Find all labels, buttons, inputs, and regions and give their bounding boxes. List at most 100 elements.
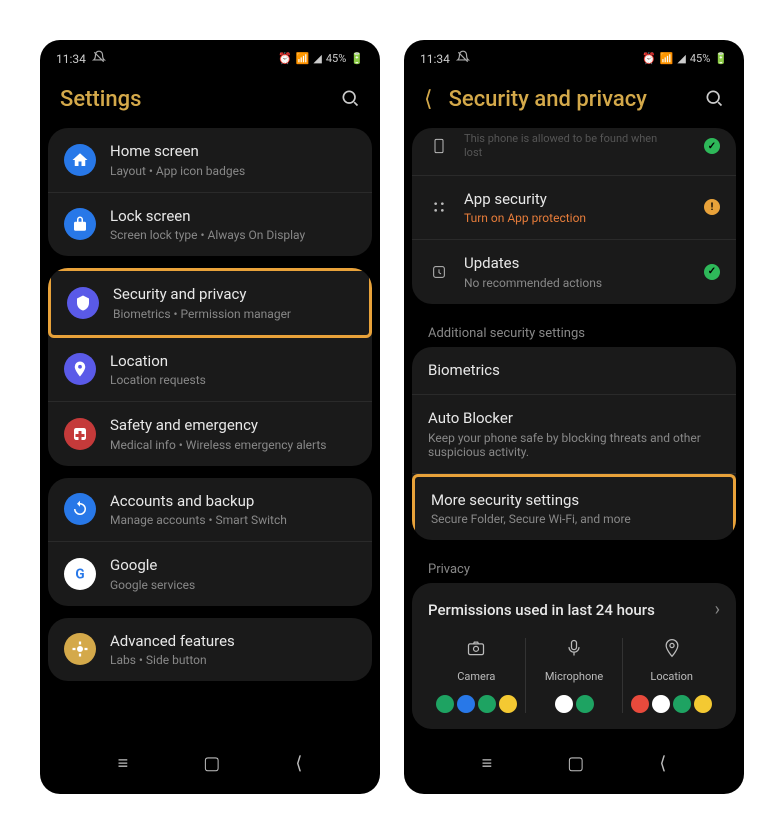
- svg-text:G: G: [75, 566, 84, 582]
- settings-item-security-and-privacy[interactable]: Security and privacy Biometrics • Permis…: [48, 268, 372, 338]
- security-screen: 11:34 ⏰ 📶 ◢ 45% 🔋 ⟨ Security and privacy…: [404, 40, 744, 794]
- search-icon[interactable]: [340, 88, 360, 112]
- status-time: 11:34: [56, 52, 86, 66]
- item-title: Biometrics: [428, 361, 720, 381]
- section-header: Privacy: [412, 552, 736, 583]
- item-sub: Biometrics • Permission manager: [113, 307, 353, 321]
- status-green-icon: ✓: [704, 264, 720, 280]
- nav-bar: ≡ ▢ ⟨: [404, 737, 744, 794]
- status-item[interactable]: App security Turn on App protection !: [412, 176, 736, 241]
- item-title: Advanced features: [110, 632, 356, 652]
- camera-icon: [466, 638, 486, 662]
- perm-label: Location: [650, 670, 693, 683]
- item-sub: Manage accounts • Smart Switch: [110, 513, 356, 527]
- status-bar: 11:34 ⏰ 📶 ◢ 45% 🔋: [404, 40, 744, 73]
- alarm-icon: ⏰: [642, 52, 656, 65]
- status-time: 11:34: [420, 52, 450, 66]
- status-orange-icon: !: [704, 199, 720, 215]
- perm-apps: [436, 695, 517, 713]
- nav-home[interactable]: ▢: [203, 753, 220, 774]
- sync-icon: [64, 493, 96, 525]
- item-sub: Screen lock type • Always On Display: [110, 228, 356, 242]
- item-sub: Keep your phone safe by blocking threats…: [428, 431, 720, 459]
- app-icon: [457, 695, 475, 713]
- dnd-icon: [92, 50, 106, 67]
- shield-icon: [67, 287, 99, 319]
- settings-item-advanced-features[interactable]: Advanced features Labs • Side button: [48, 618, 372, 682]
- nav-bar: ≡ ▢ ⟨: [40, 737, 380, 794]
- settings-group: Security and privacy Biometrics • Permis…: [48, 268, 372, 466]
- settings-group: Accounts and backup Manage accounts • Sm…: [48, 478, 372, 606]
- item-sub: Secure Folder, Secure Wi-Fi, and more: [431, 512, 717, 526]
- app-icon: [499, 695, 517, 713]
- app-icon: [436, 695, 454, 713]
- status-item[interactable]: This phone is allowed to be found when l…: [412, 128, 736, 176]
- settings-item-lock-screen[interactable]: Lock screen Screen lock type • Always On…: [48, 193, 372, 257]
- security-status-card: This phone is allowed to be found when l…: [412, 128, 736, 304]
- item-title: More security settings: [431, 491, 717, 511]
- item-sub: Google services: [110, 578, 356, 592]
- item-title: Accounts and backup: [110, 492, 356, 512]
- item-title: Auto Blocker: [428, 409, 720, 429]
- wifi-icon: 📶: [296, 52, 310, 65]
- search-icon[interactable]: [704, 88, 724, 112]
- additional-security-card: Biometrics Auto Blocker Keep your phone …: [412, 347, 736, 541]
- page-title: Security and privacy: [449, 87, 647, 112]
- app-icon: [576, 695, 594, 713]
- settings-item-home-screen[interactable]: Home screen Layout • App icon badges: [48, 128, 372, 193]
- battery-pct: 45%: [690, 52, 710, 65]
- home-icon: [64, 144, 96, 176]
- settings-item-accounts-and-backup[interactable]: Accounts and backup Manage accounts • Sm…: [48, 478, 372, 543]
- perm-apps: [631, 695, 712, 713]
- update-icon: [428, 261, 450, 283]
- loc-icon: [662, 638, 682, 662]
- battery-pct: 45%: [326, 52, 346, 65]
- security-item-biometrics[interactable]: Biometrics: [412, 347, 736, 396]
- mic-icon: [564, 638, 584, 662]
- perm-col-camera[interactable]: Camera: [428, 638, 526, 713]
- item-title: Security and privacy: [113, 285, 353, 305]
- chevron-right-icon: ›: [715, 599, 720, 620]
- settings-item-safety-and-emergency[interactable]: Safety and emergency Medical info • Wire…: [48, 402, 372, 466]
- settings-item-google[interactable]: G Google Google services: [48, 542, 372, 606]
- nav-recents[interactable]: ≡: [118, 753, 129, 774]
- security-item-more-security-settings[interactable]: More security settings Secure Folder, Se…: [412, 474, 736, 541]
- app-icon: [673, 695, 691, 713]
- settings-group: Advanced features Labs • Side button: [48, 618, 372, 682]
- app-icon: [652, 695, 670, 713]
- phone-icon: [428, 135, 450, 157]
- settings-screen: 11:34 ⏰ 📶 ◢ 45% 🔋 Settings Home screen L…: [40, 40, 380, 794]
- app-icon: [478, 695, 496, 713]
- pin-icon: [64, 353, 96, 385]
- alarm-icon: ⏰: [278, 52, 292, 65]
- security-item-auto-blocker[interactable]: Auto Blocker Keep your phone safe by blo…: [412, 395, 736, 474]
- item-title: Safety and emergency: [110, 416, 356, 436]
- item-sub: Turn on App protection: [464, 211, 690, 225]
- battery-icon: 🔋: [350, 52, 364, 65]
- nav-back[interactable]: ⟨: [659, 753, 666, 774]
- nav-home[interactable]: ▢: [567, 753, 584, 774]
- back-button[interactable]: ⟨: [424, 87, 433, 112]
- signal-icon: ◢: [677, 52, 685, 65]
- item-sub: No recommended actions: [464, 276, 690, 290]
- nav-recents[interactable]: ≡: [482, 753, 493, 774]
- perm-col-microphone[interactable]: Microphone: [526, 638, 624, 713]
- star-icon: [64, 633, 96, 665]
- perm-col-location[interactable]: Location: [623, 638, 720, 713]
- status-ok-icon: ✓: [704, 138, 720, 154]
- medical-icon: [64, 418, 96, 450]
- page-title: Settings: [60, 87, 141, 112]
- apps-icon: [428, 196, 450, 218]
- perm-title: Permissions used in last 24 hours: [428, 601, 655, 619]
- nav-back[interactable]: ⟨: [295, 753, 302, 774]
- status-bar: 11:34 ⏰ 📶 ◢ 45% 🔋: [40, 40, 380, 73]
- item-cut-text: This phone is allowed to be found when: [464, 132, 690, 146]
- google-icon: G: [64, 558, 96, 590]
- status-item[interactable]: Updates No recommended actions ✓: [412, 240, 736, 304]
- item-title: Updates: [464, 254, 690, 274]
- settings-item-location[interactable]: Location Location requests: [48, 338, 372, 403]
- perm-label: Microphone: [545, 670, 603, 683]
- permissions-card[interactable]: Permissions used in last 24 hours › Came…: [412, 583, 736, 729]
- app-icon: [631, 695, 649, 713]
- item-title: Google: [110, 556, 356, 576]
